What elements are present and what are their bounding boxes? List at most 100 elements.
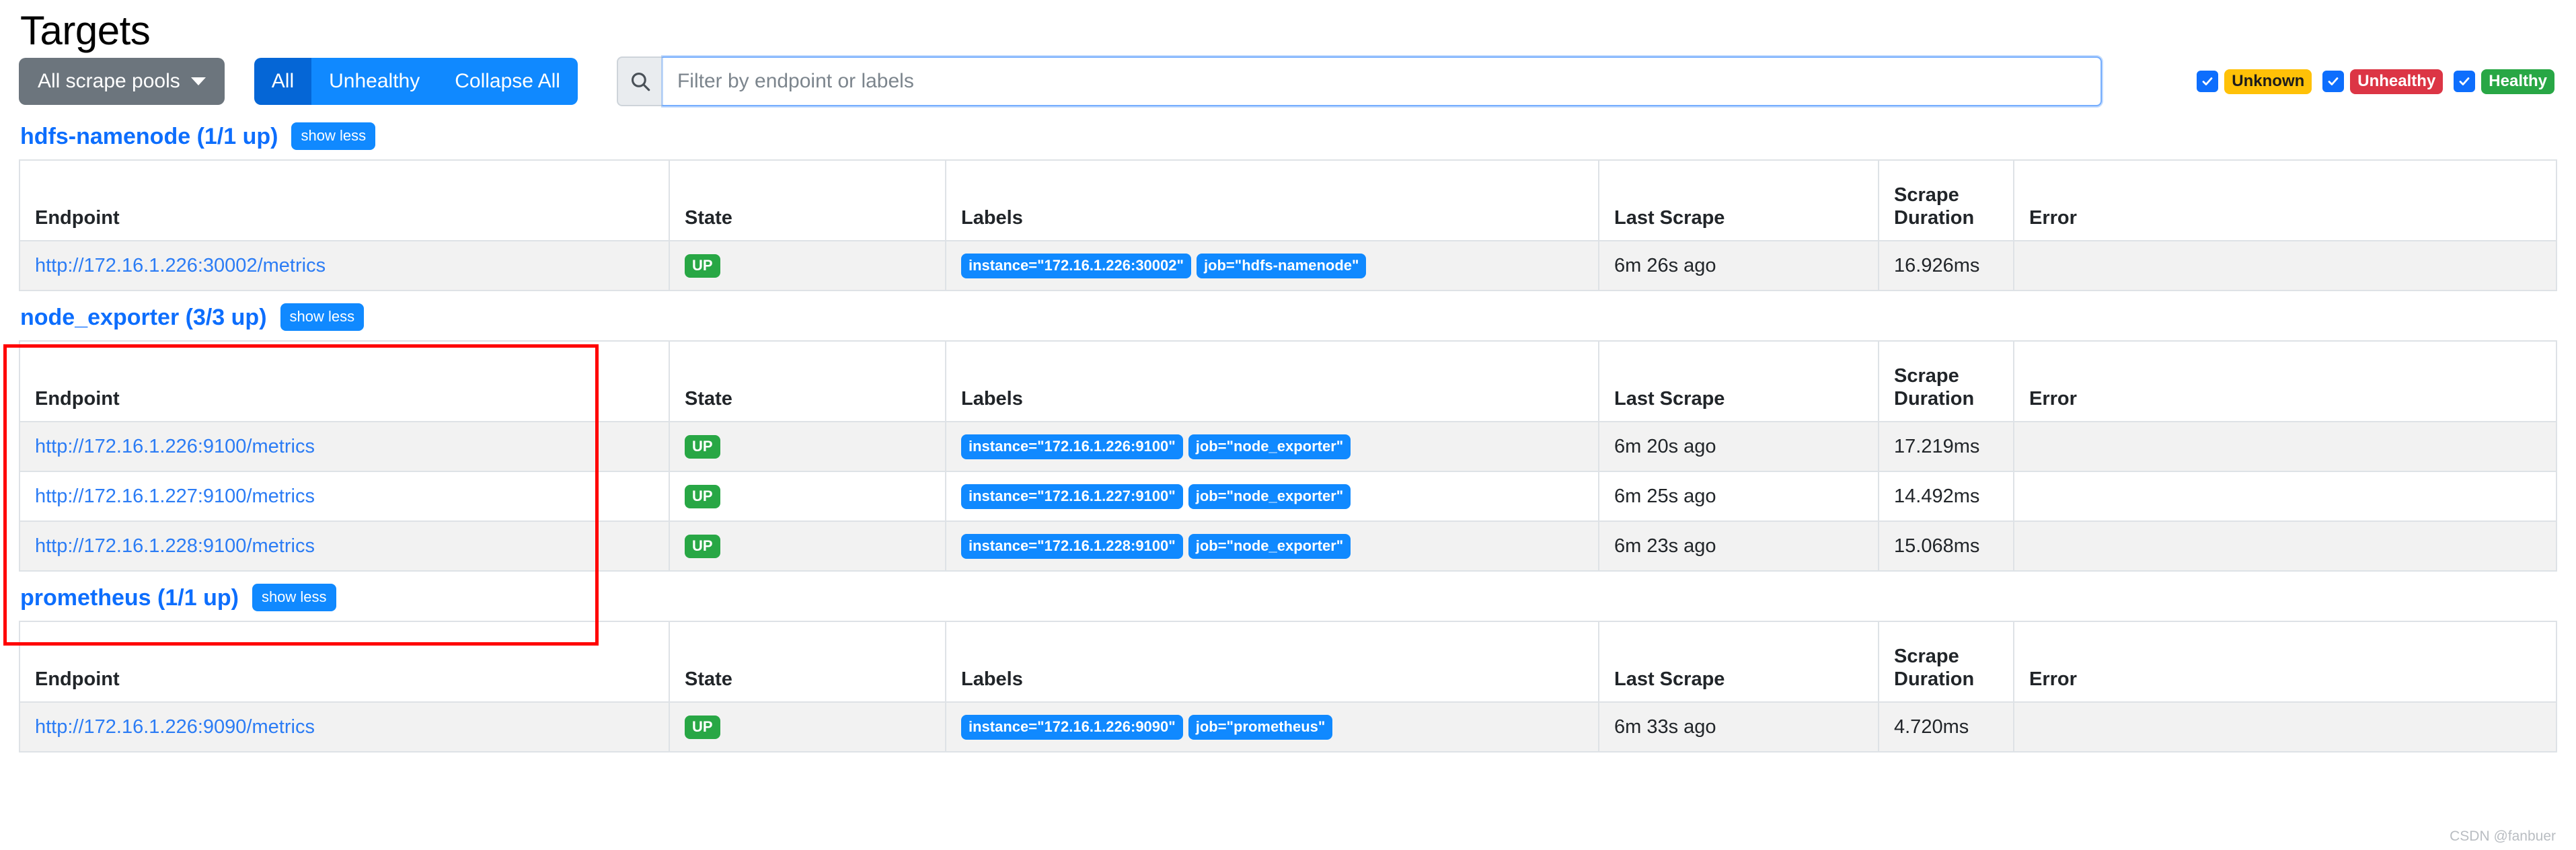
cell-last-scrape: 6m 20s ago: [1598, 421, 1879, 472]
watermark: CSDN @fanbuer: [2450, 828, 2556, 844]
filter-unhealthy-button[interactable]: Unhealthy: [311, 58, 438, 105]
unhealthy-badge: Unhealthy: [2350, 69, 2444, 94]
status-filter-unhealthy[interactable]: Unhealthy: [2322, 69, 2444, 94]
scrape-pool-title[interactable]: node_exporter (3/3 up): [20, 306, 267, 329]
scrape-duration-value: 16.926ms: [1894, 254, 1980, 276]
label-badge[interactable]: job="prometheus": [1188, 714, 1333, 740]
scrape-pool-section: hdfs-namenode (1/1 up) show less Endpoint S…: [19, 114, 2557, 291]
last-scrape-value: 6m 20s ago: [1614, 435, 1716, 457]
scrape-pool-dropdown[interactable]: All scrape pools: [19, 58, 225, 105]
scrape-duration-value: 15.068ms: [1894, 535, 1980, 557]
page-title: Targets: [20, 8, 151, 53]
column-header-last-scrape: Last Scrape: [1598, 159, 1879, 241]
endpoint-link[interactable]: http://172.16.1.228:9100/metrics: [35, 535, 315, 557]
cell-labels: instance="172.16.1.226:30002" job="hdfs-n…: [945, 240, 1599, 291]
label-badge[interactable]: instance="172.16.1.226:9090": [961, 714, 1183, 740]
cell-error: [2013, 701, 2557, 752]
scrape-pool-section: node_exporter (3/3 up) show less Endpoint S…: [19, 295, 2557, 572]
filter-all-button[interactable]: All: [254, 58, 312, 105]
cell-scrape-duration: 4.720ms: [1878, 701, 2014, 752]
column-header-error: Error: [2013, 621, 2557, 703]
endpoint-link[interactable]: http://172.16.1.227:9100/metrics: [35, 486, 315, 507]
column-header-state: State: [669, 159, 946, 241]
scrape-duration-value: 17.219ms: [1894, 435, 1980, 457]
endpoint-link[interactable]: http://172.16.1.226:9100/metrics: [35, 436, 315, 457]
table-header-row: Endpoint State Labels Last Scrape Scrape Dur…: [19, 340, 2557, 422]
label-badge[interactable]: instance="172.16.1.226:30002": [961, 253, 1191, 278]
last-scrape-value: 6m 25s ago: [1614, 485, 1716, 507]
search-box: [616, 55, 2103, 108]
last-scrape-value: 6m 26s ago: [1614, 254, 1716, 276]
column-header-state: State: [669, 340, 946, 422]
table-row: http://172.16.1.226:9100/metrics UP instan…: [19, 421, 2557, 472]
status-filter-unknown[interactable]: Unknown: [2197, 69, 2312, 94]
cell-labels: instance="172.16.1.226:9090" job="prometh…: [945, 701, 1599, 752]
healthy-checkbox[interactable]: [2454, 71, 2476, 92]
unknown-badge: Unknown: [2224, 69, 2312, 94]
unknown-checkbox[interactable]: [2197, 71, 2219, 92]
cell-error: [2013, 240, 2557, 291]
column-header-endpoint: Endpoint: [19, 159, 670, 241]
table-header-row: Endpoint State Labels Last Scrape Scrape Dur…: [19, 621, 2557, 703]
cell-scrape-duration: 16.926ms: [1878, 240, 2014, 291]
cell-last-scrape: 6m 26s ago: [1598, 240, 1879, 291]
targets-table: Endpoint State Labels Last Scrape Scrape Dur…: [19, 159, 2557, 291]
cell-endpoint: http://172.16.1.226:9090/metrics: [19, 701, 670, 752]
cell-last-scrape: 6m 25s ago: [1598, 471, 1879, 522]
toolbar: All scrape pools All Unhealthy Collapse …: [19, 52, 2557, 110]
label-badge[interactable]: job="hdfs-namenode": [1196, 253, 1367, 278]
status-badge: UP: [685, 535, 720, 558]
show-less-button[interactable]: show less: [291, 122, 376, 150]
status-filter-healthy[interactable]: Healthy: [2454, 69, 2554, 94]
search-icon: [616, 56, 662, 106]
label-badge[interactable]: job="node_exporter": [1188, 484, 1351, 509]
cell-state: UP: [669, 240, 946, 291]
cell-state: UP: [669, 520, 946, 572]
label-badge[interactable]: instance="172.16.1.228:9100": [961, 533, 1183, 559]
cell-state: UP: [669, 701, 946, 752]
column-header-scrape-duration: Scrape Duration: [1878, 159, 2014, 241]
cell-endpoint: http://172.16.1.226:30002/metrics: [19, 240, 670, 291]
scrape-pool-title[interactable]: prometheus (1/1 up): [20, 586, 239, 609]
column-header-scrape-duration: Scrape Duration: [1878, 621, 2014, 703]
cell-endpoint: http://172.16.1.228:9100/metrics: [19, 520, 670, 572]
show-less-button[interactable]: show less: [280, 303, 365, 331]
endpoint-link[interactable]: http://172.16.1.226:9090/metrics: [35, 716, 315, 738]
column-header-labels: Labels: [945, 159, 1599, 241]
cell-labels: instance="172.16.1.226:9100" job="node_ex…: [945, 421, 1599, 472]
show-less-button[interactable]: show less: [252, 584, 336, 611]
scrape-duration-value: 4.720ms: [1894, 716, 1969, 738]
column-header-error: Error: [2013, 340, 2557, 422]
targets-table: Endpoint State Labels Last Scrape Scrape Dur…: [19, 340, 2557, 572]
targets-table: Endpoint State Labels Last Scrape Scrape Dur…: [19, 621, 2557, 752]
label-badge[interactable]: job="node_exporter": [1188, 434, 1351, 459]
scrape-pool-header: prometheus (1/1 up) show less: [19, 576, 2557, 621]
scrape-pool-title[interactable]: hdfs-namenode (1/1 up): [20, 125, 278, 148]
table-row: http://172.16.1.227:9100/metrics UP instan…: [19, 471, 2557, 522]
column-header-endpoint: Endpoint: [19, 621, 670, 703]
label-badge[interactable]: instance="172.16.1.226:9100": [961, 434, 1183, 459]
unhealthy-checkbox[interactable]: [2322, 71, 2345, 92]
cell-endpoint: http://172.16.1.227:9100/metrics: [19, 471, 670, 522]
chevron-down-icon: [190, 77, 206, 85]
status-badge: UP: [685, 485, 720, 508]
collapse-all-button[interactable]: Collapse All: [437, 58, 578, 105]
view-filter-button-group: All Unhealthy Collapse All: [254, 58, 578, 105]
column-header-scrape-duration: Scrape Duration: [1878, 340, 2014, 422]
status-badge: UP: [685, 254, 720, 278]
scrape-pool-section: prometheus (1/1 up) show less Endpoint Stat…: [19, 576, 2557, 752]
cell-last-scrape: 6m 33s ago: [1598, 701, 1879, 752]
cell-scrape-duration: 14.492ms: [1878, 471, 2014, 522]
scrape-pool-header: hdfs-namenode (1/1 up) show less: [19, 114, 2557, 159]
table-row: http://172.16.1.226:9090/metrics UP instan…: [19, 701, 2557, 752]
column-header-last-scrape: Last Scrape: [1598, 621, 1879, 703]
column-header-endpoint: Endpoint: [19, 340, 670, 422]
cell-error: [2013, 471, 2557, 522]
label-badge[interactable]: instance="172.16.1.227:9100": [961, 484, 1183, 509]
cell-state: UP: [669, 471, 946, 522]
column-header-error: Error: [2013, 159, 2557, 241]
table-row: http://172.16.1.228:9100/metrics UP instan…: [19, 520, 2557, 572]
endpoint-link[interactable]: http://172.16.1.226:30002/metrics: [35, 255, 326, 276]
label-badge[interactable]: job="node_exporter": [1188, 533, 1351, 559]
search-input[interactable]: [660, 55, 2103, 108]
